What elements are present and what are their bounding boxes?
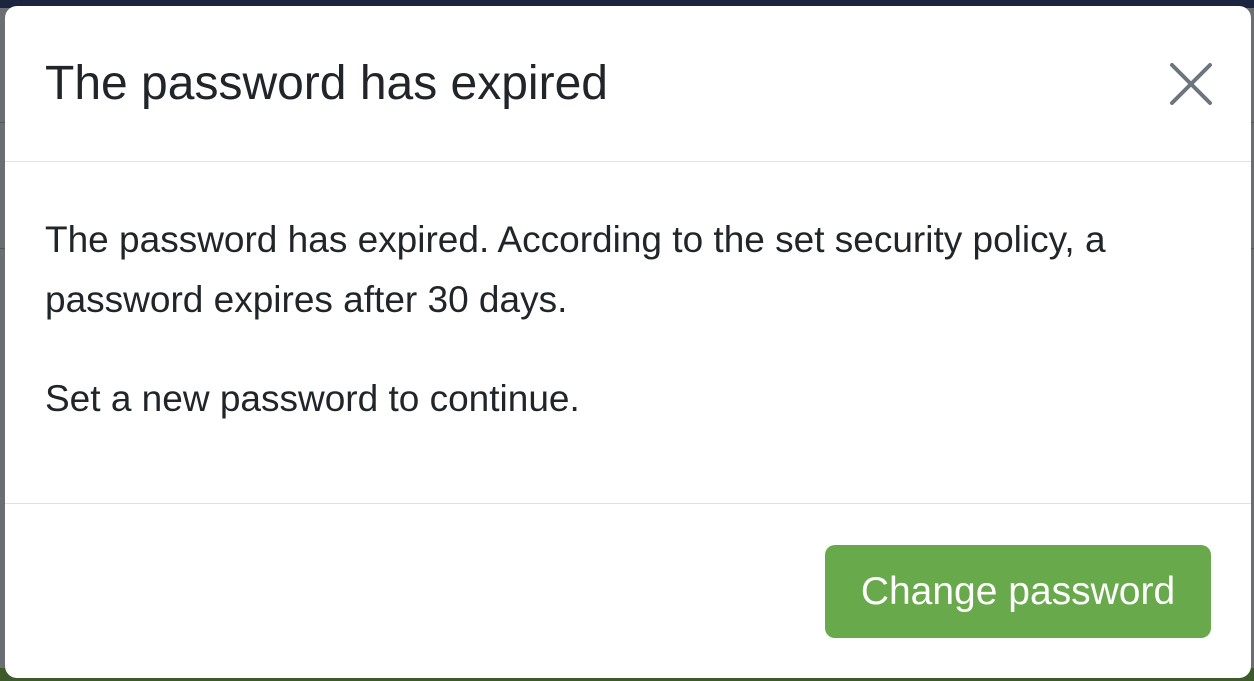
dialog-footer: Change password: [5, 504, 1251, 678]
change-password-button[interactable]: Change password: [825, 545, 1211, 638]
expiry-message: The password has expired. According to t…: [45, 219, 1106, 320]
password-expired-dialog: The password has expired The password ha…: [5, 6, 1251, 678]
dialog-header: The password has expired: [5, 6, 1251, 162]
dialog-body: The password has expired. According to t…: [5, 162, 1251, 504]
close-button[interactable]: [1165, 58, 1217, 110]
dialog-title: The password has expired: [45, 57, 608, 110]
continue-instruction: Set a new password to continue.: [45, 378, 580, 419]
close-icon: [1165, 58, 1217, 110]
